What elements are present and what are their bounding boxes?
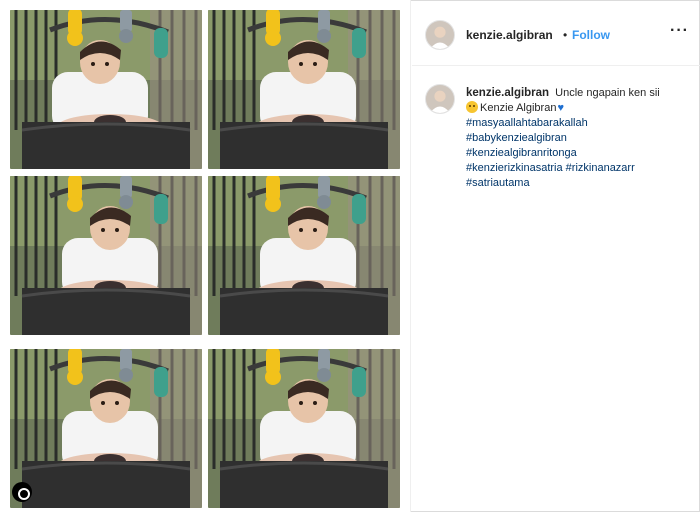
photo-tile-1 — [10, 10, 202, 169]
separator-dot: • — [563, 28, 568, 42]
photo-tile-5 — [10, 349, 202, 508]
post-header: kenzie.algibran • Follow ··· — [412, 0, 700, 66]
confused-face-emoji-icon — [466, 101, 478, 113]
blue-heart-emoji-icon: ♥ — [557, 102, 564, 114]
photo-tile-4 — [208, 176, 400, 335]
post-username[interactable]: kenzie.algibran — [466, 28, 553, 42]
hashtag-link[interactable]: #masyaallahtabarakallah — [466, 117, 588, 129]
hashtag-link[interactable]: #satriautama — [466, 177, 530, 189]
caption-text-1: Uncle ngapain ken sii — [555, 87, 660, 99]
post-sidebar: kenzie.algibran • Follow ··· kenzie.algi… — [412, 0, 700, 512]
post-media[interactable] — [0, 0, 411, 512]
photo-tile-3 — [10, 176, 202, 335]
follow-button[interactable]: Follow — [572, 28, 610, 42]
avatar[interactable] — [425, 20, 455, 50]
caption-username[interactable]: kenzie.algibran — [466, 87, 549, 99]
photo-tile-2 — [208, 10, 400, 169]
photo-tile-6 — [208, 349, 400, 508]
hashtag-link[interactable]: #kenziealgibranritonga — [466, 147, 577, 159]
hashtag-link[interactable]: #rizkinanazarr — [566, 162, 635, 174]
post-caption: kenzie.algibran Uncle ngapain ken sii Ke… — [466, 86, 694, 191]
caption-avatar[interactable] — [425, 84, 455, 114]
hashtag-link[interactable]: #babykenziealgibran — [466, 132, 567, 144]
more-options-icon[interactable]: ··· — [670, 22, 689, 40]
multi-photo-indicator-icon — [12, 482, 32, 502]
hashtag-link[interactable]: #kenzierizkinasatria — [466, 162, 563, 174]
caption-text-2: Kenzie Algibran — [480, 102, 557, 114]
